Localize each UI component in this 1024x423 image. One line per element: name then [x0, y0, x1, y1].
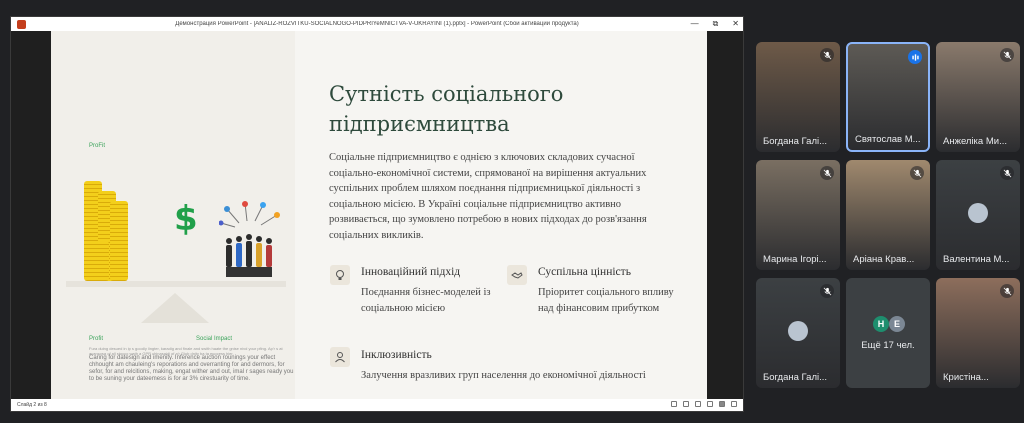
more-participants-label: Ещё 17 чел.	[861, 340, 915, 351]
feature-title-social-value: Суспільна цінність	[538, 266, 631, 278]
slide[interactable]: ProFit $ Profit Social Impact Fura duing…	[51, 31, 707, 400]
dollar-icon: $	[174, 199, 198, 239]
participant-tile[interactable]: Н Е Ещё 17 чел.	[846, 278, 930, 388]
participant-tile[interactable]: Валентина М...	[936, 160, 1020, 270]
participant-avatars: НЕ	[873, 316, 905, 332]
mic-off-icon	[1000, 48, 1014, 62]
participant-tile[interactable]: Богдана Галі...	[756, 42, 840, 152]
people-group-image	[219, 201, 280, 277]
audio-level-icon	[908, 50, 922, 64]
avatar-chip: Н	[873, 316, 889, 332]
mic-off-icon	[1000, 166, 1014, 180]
slide-counter: Слайд 2 из 8	[17, 402, 47, 408]
scale-beam	[66, 281, 286, 287]
mic-off-icon	[910, 166, 924, 180]
status-control-5[interactable]	[719, 401, 725, 407]
participant-name: Богдана Галі...	[763, 372, 828, 383]
slide-paragraph: Соціальне підприємництво є однією з ключ…	[329, 152, 647, 241]
participant-tile[interactable]: Кристіна...	[936, 278, 1020, 388]
social-impact-label: Social Impact	[196, 336, 233, 342]
slide-title: Сутність соціального підприємництва	[329, 82, 564, 136]
participant-tile[interactable]: Анжеліка Ми...	[936, 42, 1020, 152]
participant-tile[interactable]: Марина Ігорі...	[756, 160, 840, 270]
mic-off-icon	[820, 48, 834, 62]
slide-area: ProFit $ Profit Social Impact Fura duing…	[11, 31, 743, 400]
slide-left-panel: ProFit $ Profit Social Impact Fura duing…	[51, 31, 295, 400]
feature-desc-innovation: Поєднання бізнес-моделей із соціальною м…	[361, 287, 491, 314]
participant-tile[interactable]: Богдана Галі...	[756, 278, 840, 388]
profit-label: Profit	[89, 336, 104, 342]
status-control-1[interactable]	[671, 401, 677, 407]
profit-top-label: ProFit	[89, 143, 106, 149]
participant-name: Валентина М...	[943, 254, 1010, 265]
lightbulb-icon	[330, 265, 350, 285]
feature-desc-social-value: Пріоритет соціального впливу над фінансо…	[538, 287, 674, 314]
ppt-status-bar: Слайд 2 из 8	[11, 399, 743, 411]
feature-title-inclusivity: Інклюзивність	[361, 349, 432, 361]
participant-name: Аріана Крав...	[853, 254, 915, 265]
participant-name: Кристіна...	[943, 372, 989, 383]
status-control-3[interactable]	[695, 401, 701, 407]
feature-title-innovation: Інноваційний підхід	[361, 266, 461, 278]
minimize-button[interactable]: —	[691, 17, 699, 31]
mic-off-icon	[820, 284, 834, 298]
status-control-6[interactable]	[731, 401, 737, 407]
close-button[interactable]: ✕	[732, 17, 739, 31]
participant-name: Богдана Галі...	[763, 136, 828, 147]
avatar	[968, 203, 988, 223]
status-control-2[interactable]	[683, 401, 689, 407]
feature-desc-inclusivity: Залучення вразливих груп населення до ек…	[361, 370, 646, 381]
mic-off-icon	[1000, 284, 1014, 298]
powerpoint-window: Демонстрация PowerPoint - [ANALIZ-ROZVIT…	[10, 16, 744, 412]
maximize-button[interactable]: ⧉	[713, 17, 719, 31]
left-body-text: Caring for datesign and imenity. Inferen…	[89, 355, 294, 382]
participant-name: Марина Ігорі...	[763, 254, 827, 265]
handshake-icon	[507, 265, 527, 285]
ppt-window-title: Демонстрация PowerPoint - [ANALIZ-ROZVIT…	[175, 21, 579, 27]
ppt-title-bar: Демонстрация PowerPoint - [ANALIZ-ROZVIT…	[11, 17, 743, 31]
avatar	[788, 321, 808, 341]
status-control-4[interactable]	[707, 401, 713, 407]
mic-off-icon	[820, 166, 834, 180]
participant-name: Святослав М...	[855, 134, 921, 145]
person-icon	[330, 347, 350, 367]
participant-name: Анжеліка Ми...	[943, 136, 1007, 147]
avatar-chip: Е	[889, 316, 905, 332]
participant-tile[interactable]: Аріана Крав...	[846, 160, 930, 270]
scale-base	[141, 293, 209, 323]
participant-tile[interactable]: Святослав М...	[846, 42, 930, 152]
